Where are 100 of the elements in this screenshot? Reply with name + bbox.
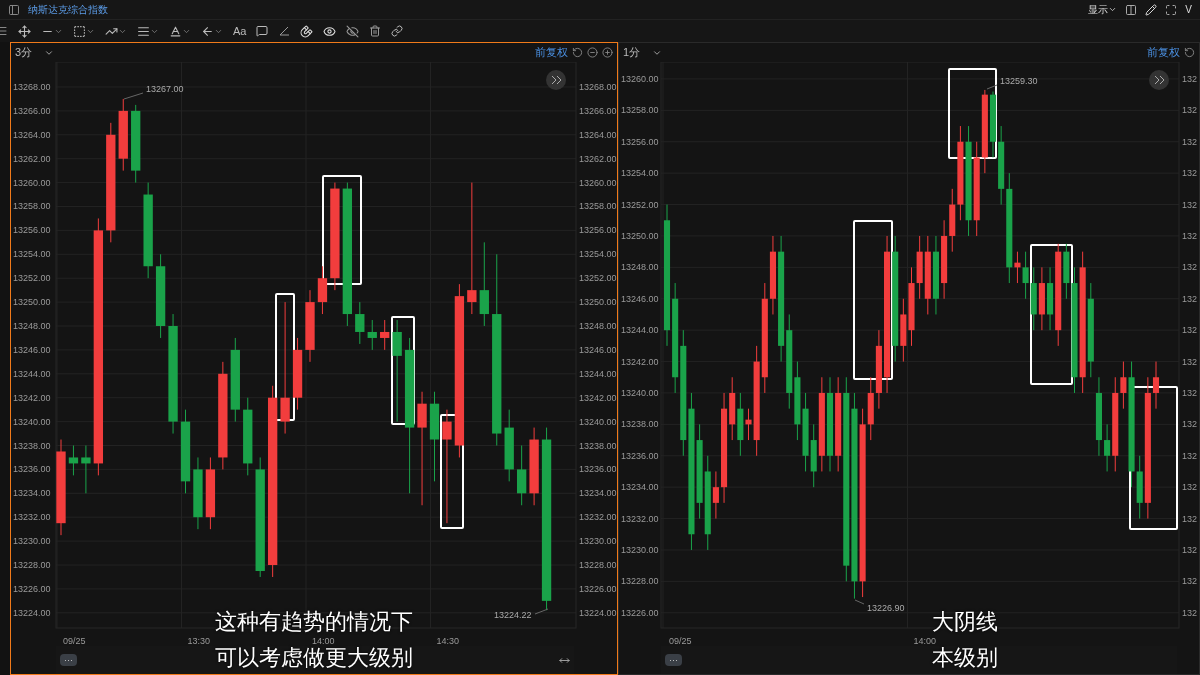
fullscreen-icon[interactable]: [1165, 3, 1178, 16]
price-axis-label: 13238.00: [13, 440, 51, 451]
candlestick: [317, 265, 328, 315]
move-icon[interactable]: [18, 24, 31, 38]
adjust-link[interactable]: 前复权: [535, 44, 568, 61]
price-axis-label: 13250.00: [621, 230, 659, 241]
price-axis-label: 132: [1182, 262, 1198, 273]
price-axis-label: 13242.00: [579, 392, 617, 403]
window-title: 纳斯达克综合指数: [28, 3, 108, 17]
price-axis-label: 13256.00: [621, 136, 659, 147]
price-axis-label: 13246.00: [579, 344, 617, 355]
price-axis-label: 13226.00: [621, 607, 659, 618]
interval-selector[interactable]: 3分: [15, 44, 55, 61]
price-axis-label: 13232.00: [579, 512, 617, 523]
price-axis-label: 13252.00: [13, 273, 51, 284]
magnet-icon[interactable]: [300, 24, 314, 38]
price-axis-label: 13268.00: [13, 82, 51, 92]
candlestick: [380, 319, 390, 351]
more-button[interactable]: ···: [665, 654, 682, 666]
leader-line: [854, 599, 865, 605]
arrow-left-icon[interactable]: [201, 24, 214, 38]
price-axis-label: 132: [1182, 513, 1198, 524]
video-subtitle: 可以考虑做更大级别: [215, 646, 413, 670]
video-subtitle: 这种有趋势的情况下: [215, 610, 413, 634]
time-axis-label: 14:00: [312, 636, 335, 646]
price-axis-label: 13246.00: [621, 293, 659, 304]
price-axis-label: 132: [1182, 136, 1198, 147]
toolbar-label: V: [1185, 3, 1192, 17]
layout-icon[interactable]: [1125, 3, 1138, 16]
price-axis-label: 13230.00: [621, 544, 659, 555]
price-axis-label: 13256.00: [13, 225, 51, 236]
zoom-in-icon[interactable]: [602, 47, 613, 58]
rectangle-icon[interactable]: [73, 24, 86, 38]
time-axis-label: 09/25: [669, 636, 692, 646]
lines-icon[interactable]: [137, 24, 150, 38]
price-axis-label: 13228.00: [13, 560, 51, 570]
price-axis-label: 13228.00: [621, 576, 659, 587]
link-icon[interactable]: [391, 25, 404, 37]
price-axis-label: 13254.00: [621, 168, 659, 179]
price-axis-label: 13244.00: [621, 325, 659, 336]
price-axis-label: 13240.00: [13, 416, 51, 427]
price-axis-label: 132: [1182, 419, 1198, 430]
price-axis-label: 13242.00: [13, 392, 51, 403]
price-axis-label: 132: [1182, 325, 1198, 336]
scroll-right-icon[interactable]: [546, 70, 566, 90]
price-axis-label: 13232.00: [621, 513, 659, 524]
price-axis-label: 13260.00: [621, 73, 659, 84]
price-axis-label: 132: [1182, 387, 1198, 398]
leader-line: [986, 84, 998, 90]
price-marker-label: 13259.30: [1000, 76, 1038, 86]
pencil-icon[interactable]: [1145, 3, 1158, 16]
adjust-link[interactable]: 前复权: [1147, 44, 1180, 61]
price-axis-label: 13266.00: [579, 105, 617, 116]
price-axis-label: 13262.00: [13, 153, 51, 164]
price-axis-label: 13226.00: [579, 583, 617, 594]
price-axis-label: 13258.00: [13, 201, 51, 212]
undo-icon[interactable]: [1184, 47, 1195, 58]
price-axis-label: 132: [1182, 544, 1198, 555]
price-axis-label: 13240.00: [621, 387, 659, 398]
eye-off-icon[interactable]: [346, 24, 360, 38]
price-axis-label: 132: [1182, 105, 1198, 116]
price-axis-label: 13232.00: [13, 512, 51, 523]
interval-selector[interactable]: 1分: [623, 44, 663, 61]
price-axis-label: 13228.00: [579, 560, 617, 570]
trash-icon[interactable]: [369, 25, 382, 37]
price-axis-label: 13242.00: [621, 356, 659, 367]
price-axis-label: 13252.00: [579, 273, 617, 284]
price-axis-label: 13258.00: [579, 201, 617, 212]
more-button[interactable]: ···: [60, 654, 77, 666]
price-axis-label: 132: [1182, 450, 1198, 461]
time-axis-label: 14:30: [436, 636, 460, 646]
price-axis-label: 13238.00: [579, 440, 617, 451]
price-axis-label: 132: [1182, 199, 1198, 210]
price-axis-label: 13240.00: [579, 416, 617, 427]
price-axis-label: 132: [1182, 293, 1198, 304]
price-axis-label: 13244.00: [579, 368, 617, 379]
price-axis-label: 13234.00: [621, 482, 659, 493]
scroll-right-icon[interactable]: [1149, 70, 1169, 90]
candlestick: [68, 445, 79, 476]
text-height-icon[interactable]: [169, 24, 182, 38]
price-axis-label: 132: [1182, 73, 1198, 84]
price-axis-label: 13224.00: [579, 607, 617, 618]
eye-icon[interactable]: [323, 24, 337, 38]
price-axis-label: 13264.00: [579, 129, 617, 140]
price-axis-label: 132: [1182, 576, 1198, 587]
zoom-out-icon[interactable]: [587, 47, 598, 58]
display-menu[interactable]: 显示: [1088, 2, 1118, 17]
price-axis-label: 13236.00: [579, 464, 617, 475]
angle-icon[interactable]: [278, 25, 291, 37]
video-subtitle: 本级别: [932, 646, 998, 670]
text-tool[interactable]: Aa: [233, 22, 247, 40]
comment-icon[interactable]: [256, 25, 269, 37]
price-axis-label: 13224.00: [13, 607, 51, 618]
undo-icon[interactable]: [572, 47, 583, 58]
price-axis-label: 13262.00: [579, 153, 617, 164]
price-axis-label: 13260.00: [13, 177, 51, 188]
price-axis-label: 13252.00: [621, 199, 659, 210]
price-axis-label: 13254.00: [13, 249, 51, 260]
price-axis-label: 13248.00: [13, 321, 51, 331]
sidebar-toggle-icon[interactable]: [8, 3, 20, 16]
